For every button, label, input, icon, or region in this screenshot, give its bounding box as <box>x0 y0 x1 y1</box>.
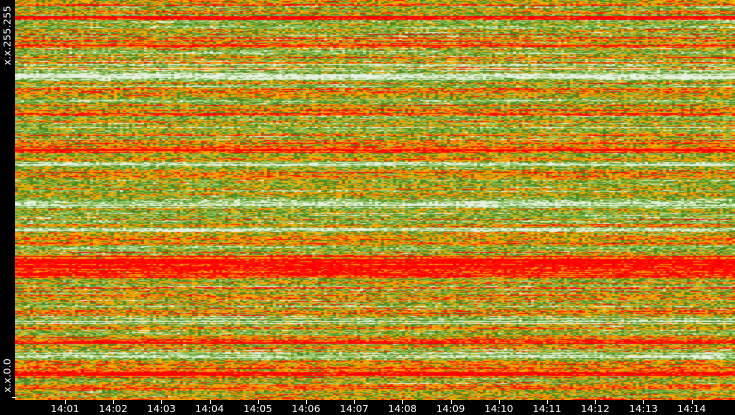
axis-corner <box>12 397 16 398</box>
x-tick-label: 14:07 <box>339 404 369 415</box>
x-tick-label: 14:14 <box>677 404 706 415</box>
x-tick-label: 14:05 <box>243 404 273 415</box>
y-label-top: x.x.255.255 <box>2 5 14 66</box>
x-tick-label: 14:12 <box>580 404 610 415</box>
x-tick-label: 14:09 <box>436 404 465 415</box>
x-tick-label: 14:10 <box>484 404 514 415</box>
x-tick-label: 14:02 <box>98 404 128 415</box>
heatmap-canvas <box>15 0 735 400</box>
x-tick-label: 14:08 <box>387 404 417 415</box>
x-tick-label: 14:06 <box>291 404 321 415</box>
x-tick-label: 14:13 <box>628 404 658 415</box>
x-tick-label: 14:04 <box>195 404 224 415</box>
x-tick-label: 14:03 <box>146 404 176 415</box>
x-tick-label: 14:01 <box>50 404 80 415</box>
x-tick-label: 14:11 <box>532 404 562 415</box>
